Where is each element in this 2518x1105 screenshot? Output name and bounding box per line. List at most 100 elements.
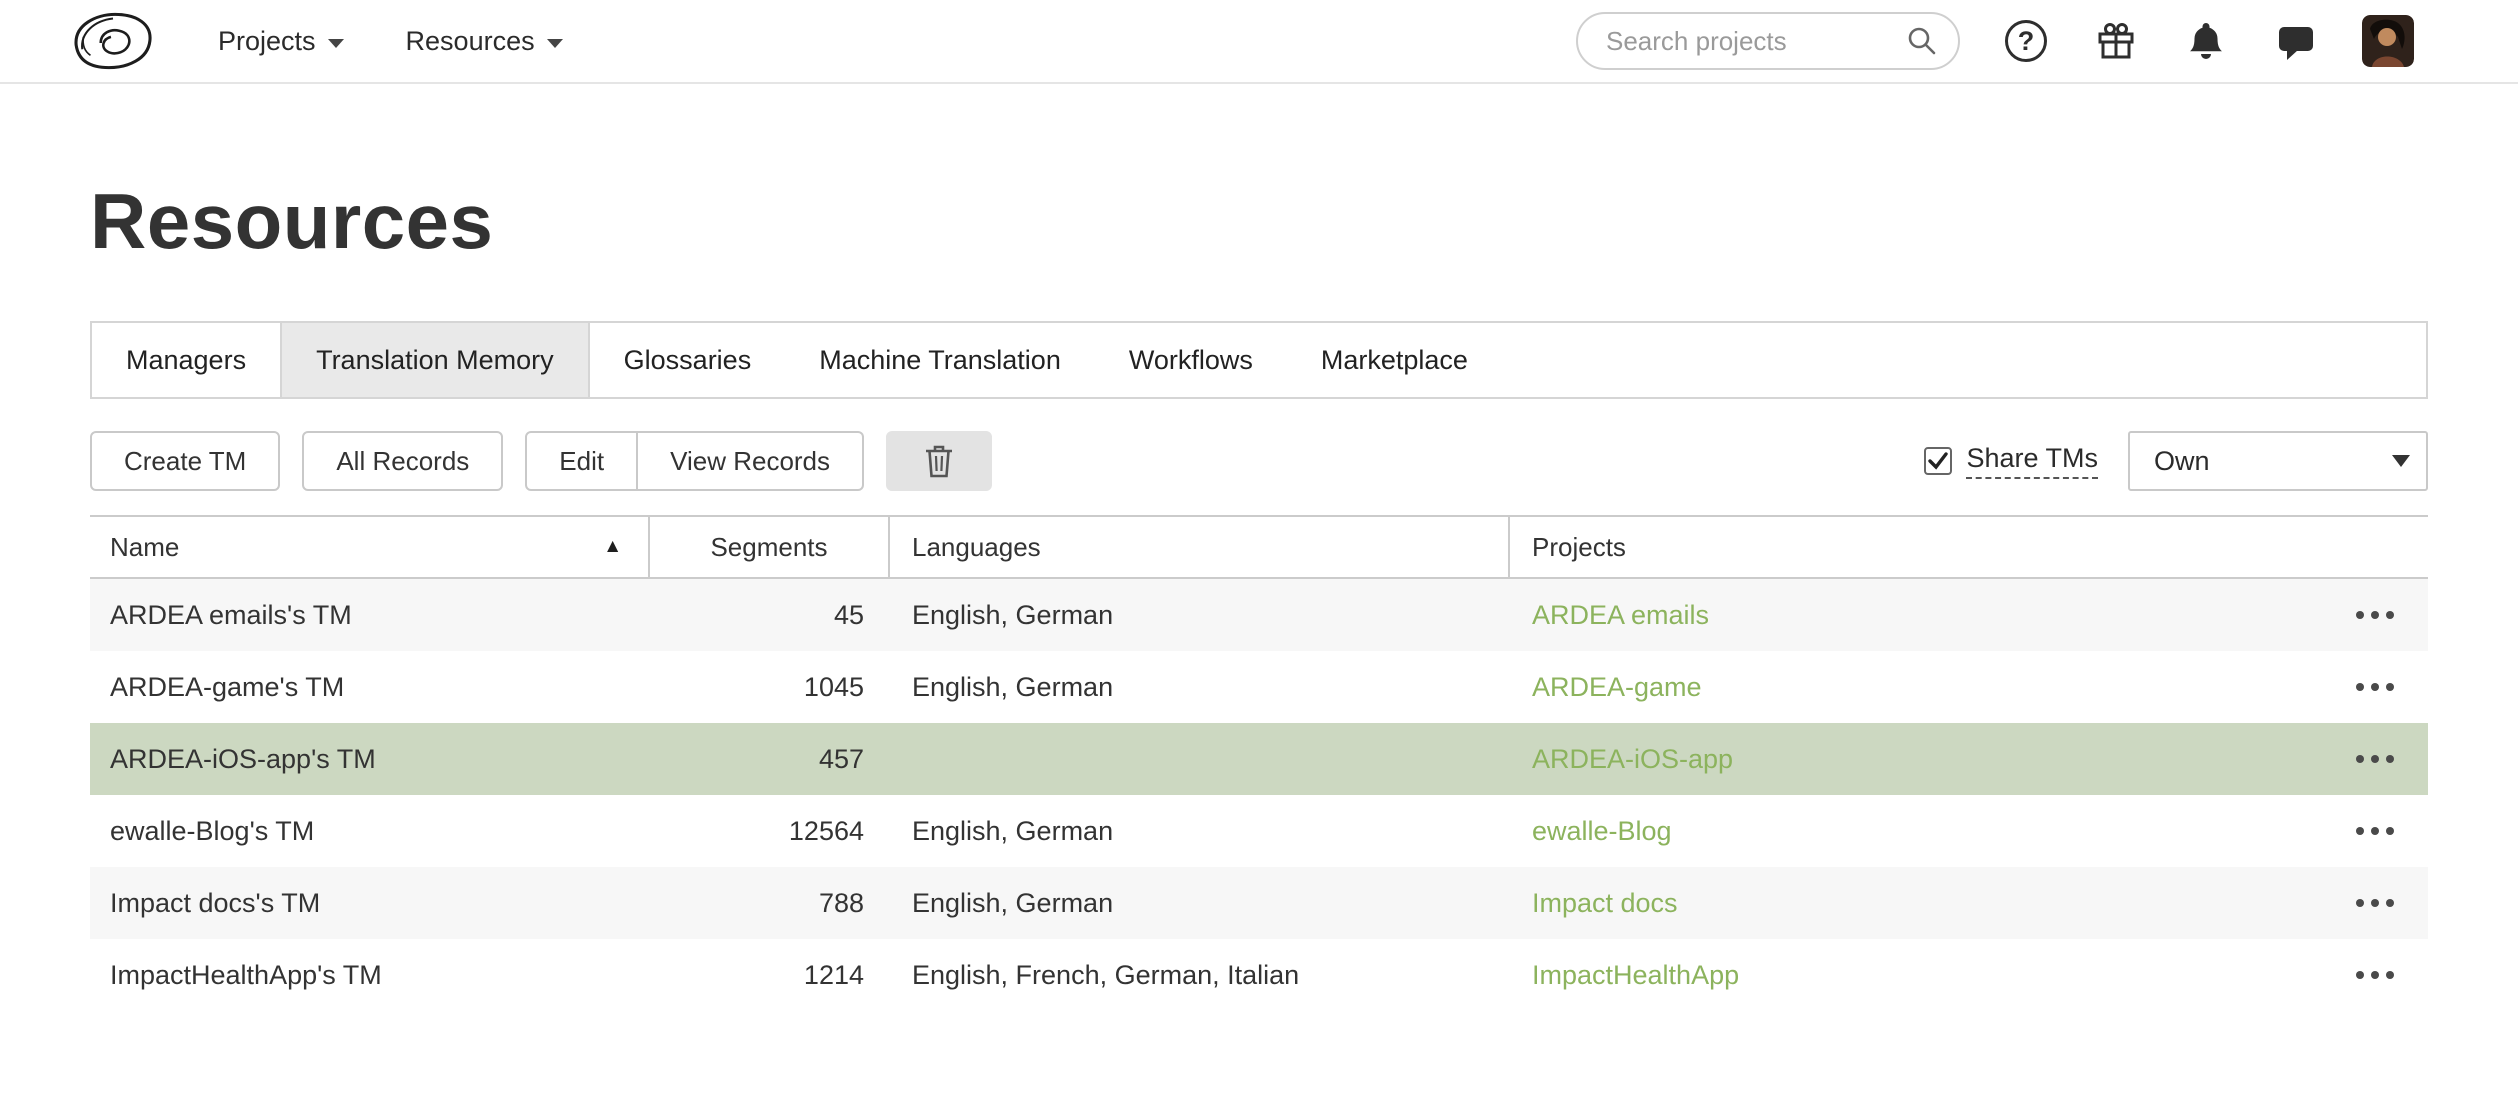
- tm-segments: 12564: [650, 816, 890, 847]
- scope-selected-value: Own: [2154, 446, 2210, 477]
- resources-tabs: Managers Translation Memory Glossaries M…: [90, 321, 2428, 399]
- tm-languages: English, German: [890, 816, 1510, 847]
- notifications-button[interactable]: [2182, 17, 2230, 65]
- project-link[interactable]: ARDEA-game: [1532, 672, 1702, 703]
- table-row: ImpactHealthApp's TM 1214 English, Frenc…: [90, 939, 2428, 1011]
- delete-button[interactable]: [886, 431, 992, 491]
- tm-table: Name ▲ Segments Languages Projects ARDEA…: [90, 515, 2428, 1011]
- nav-resources-label: Resources: [406, 26, 535, 57]
- tm-segments: 1214: [650, 960, 890, 991]
- search-icon[interactable]: [1902, 21, 1942, 61]
- edit-button[interactable]: Edit: [525, 431, 638, 491]
- ellipsis-icon: [2356, 611, 2364, 619]
- top-bar: Projects Resources ?: [0, 0, 2518, 84]
- messages-button[interactable]: [2272, 17, 2320, 65]
- tab-managers[interactable]: Managers: [92, 323, 280, 397]
- row-actions-button[interactable]: [2356, 899, 2428, 907]
- tm-name: ARDEA-iOS-app's TM: [90, 744, 650, 775]
- trash-icon: [923, 443, 955, 479]
- project-link[interactable]: ImpactHealthApp: [1532, 960, 1739, 991]
- chevron-down-icon: [2392, 455, 2410, 467]
- chevron-down-icon: [547, 39, 563, 48]
- chevron-down-icon: [328, 39, 344, 48]
- tab-marketplace[interactable]: Marketplace: [1287, 323, 1502, 397]
- row-actions-button[interactable]: [2356, 755, 2428, 763]
- tab-translation-memory[interactable]: Translation Memory: [280, 323, 590, 397]
- table-row: ARDEA emails's TM 45 English, German ARD…: [90, 579, 2428, 651]
- tm-projects-cell: ewalle-Blog: [1510, 816, 2428, 847]
- nav-projects-label: Projects: [218, 26, 316, 57]
- tm-languages: English, German: [890, 888, 1510, 919]
- tm-name: Impact docs's TM: [90, 888, 650, 919]
- row-actions-button[interactable]: [2356, 683, 2428, 691]
- tm-languages: English, German: [890, 600, 1510, 631]
- column-name-label: Name: [110, 532, 179, 563]
- table-row-selected: ARDEA-iOS-app's TM 457 ARDEA-iOS-app: [90, 723, 2428, 795]
- ellipsis-icon: [2356, 683, 2364, 691]
- tm-segments: 1045: [650, 672, 890, 703]
- search-box: [1576, 12, 1960, 70]
- column-header-segments[interactable]: Segments: [650, 517, 890, 577]
- tm-name: ARDEA emails's TM: [90, 600, 650, 631]
- avatar-image: [2362, 15, 2414, 67]
- tm-languages: English, French, German, Italian: [890, 960, 1510, 991]
- column-header-name[interactable]: Name ▲: [90, 517, 650, 577]
- row-actions-button[interactable]: [2356, 971, 2428, 979]
- logo-icon: [70, 8, 156, 74]
- user-avatar[interactable]: [2362, 15, 2414, 67]
- help-button[interactable]: ?: [2002, 17, 2050, 65]
- tab-workflows[interactable]: Workflows: [1095, 323, 1287, 397]
- check-icon: [1927, 450, 1949, 472]
- table-row: ewalle-Blog's TM 12564 English, German e…: [90, 795, 2428, 867]
- tm-projects-cell: Impact docs: [1510, 888, 2428, 919]
- row-actions-button[interactable]: [2356, 611, 2428, 619]
- tab-machine-translation[interactable]: Machine Translation: [785, 323, 1095, 397]
- tm-toolbar: Create TM All Records Edit View Records …: [90, 431, 2428, 491]
- table-header: Name ▲ Segments Languages Projects: [90, 515, 2428, 579]
- create-tm-button[interactable]: Create TM: [90, 431, 280, 491]
- tm-projects-cell: ARDEA-game: [1510, 672, 2428, 703]
- ellipsis-icon: [2356, 755, 2364, 763]
- row-actions-button[interactable]: [2356, 827, 2428, 835]
- project-link[interactable]: ewalle-Blog: [1532, 816, 1672, 847]
- search-input[interactable]: [1606, 26, 1902, 57]
- tm-name: ewalle-Blog's TM: [90, 816, 650, 847]
- tm-projects-cell: ImpactHealthApp: [1510, 960, 2428, 991]
- tm-languages: English, German: [890, 672, 1510, 703]
- project-link[interactable]: ARDEA-iOS-app: [1532, 744, 1733, 775]
- chat-icon: [2274, 19, 2318, 63]
- column-header-languages[interactable]: Languages: [890, 517, 1510, 577]
- nav-resources-menu[interactable]: Resources: [406, 26, 563, 57]
- share-tms-checkbox[interactable]: [1924, 447, 1952, 475]
- column-projects-label: Projects: [1532, 532, 1626, 563]
- scope-select[interactable]: Own: [2128, 431, 2428, 491]
- view-records-button[interactable]: View Records: [638, 431, 864, 491]
- ellipsis-icon: [2356, 971, 2364, 979]
- app-logo[interactable]: [70, 8, 156, 74]
- page-title: Resources: [90, 176, 2428, 267]
- table-row: ARDEA-game's TM 1045 English, German ARD…: [90, 651, 2428, 723]
- gift-icon: [2094, 19, 2138, 63]
- column-segments-label: Segments: [710, 532, 827, 563]
- column-header-projects[interactable]: Projects: [1510, 517, 2428, 577]
- ellipsis-icon: [2356, 899, 2364, 907]
- toolbar-right: Share TMs Own: [1924, 431, 2428, 491]
- all-records-button[interactable]: All Records: [302, 431, 503, 491]
- column-languages-label: Languages: [912, 532, 1041, 563]
- ellipsis-icon: [2356, 827, 2364, 835]
- main-nav: Projects Resources: [218, 26, 563, 57]
- tab-glossaries[interactable]: Glossaries: [590, 323, 786, 397]
- sort-asc-icon: ▲: [603, 536, 648, 558]
- project-link[interactable]: ARDEA emails: [1532, 600, 1709, 631]
- share-tms-label[interactable]: Share TMs: [1966, 443, 2098, 479]
- gifts-button[interactable]: [2092, 17, 2140, 65]
- project-link[interactable]: Impact docs: [1532, 888, 1678, 919]
- tm-name: ARDEA-game's TM: [90, 672, 650, 703]
- top-bar-right: ?: [1576, 12, 2414, 70]
- nav-projects-menu[interactable]: Projects: [218, 26, 344, 57]
- tm-name: ImpactHealthApp's TM: [90, 960, 650, 991]
- records-button-group: Edit View Records: [525, 431, 864, 491]
- tm-projects-cell: ARDEA emails: [1510, 600, 2428, 631]
- help-icon: ?: [2005, 20, 2047, 62]
- tm-projects-cell: ARDEA-iOS-app: [1510, 744, 2428, 775]
